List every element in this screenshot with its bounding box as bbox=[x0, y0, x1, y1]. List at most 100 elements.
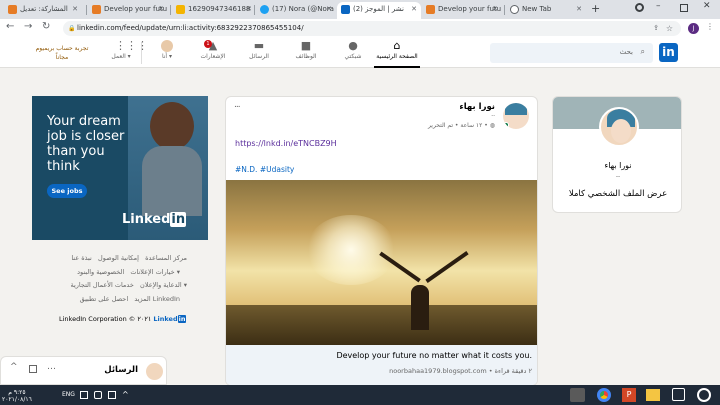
nav-label: أنا bbox=[161, 53, 168, 60]
post-preview-image[interactable] bbox=[226, 180, 537, 345]
close-window-icon[interactable]: ✕ bbox=[703, 1, 711, 11]
see-jobs-button[interactable]: See jobs bbox=[47, 184, 87, 198]
nav-home[interactable]: ⌂ الصفحة الرئيسية bbox=[374, 40, 420, 68]
new-tab-button[interactable]: + bbox=[591, 2, 600, 16]
ad-person-photo bbox=[150, 102, 194, 150]
premium-line: تجربة حساب بريميوم bbox=[35, 45, 89, 52]
nav-jobs[interactable]: ■ الوظائف bbox=[283, 40, 329, 61]
nav-work[interactable]: ⋮⋮⋮ العمل ▾ bbox=[98, 39, 148, 61]
close-icon[interactable]: ✕ bbox=[72, 2, 78, 17]
post-link[interactable]: https://lnkd.in/eTNCBZ9H bbox=[235, 139, 337, 148]
browser-menu-icon[interactable]: ⋮ bbox=[706, 22, 714, 31]
grid-icon: ⋮⋮⋮ bbox=[115, 39, 148, 52]
address-bar[interactable]: 🔒 linkedin.com/feed/update/urn:li:activi… bbox=[63, 21, 681, 36]
post-timestamp: ١٢ ساعة • تم التحرير • bbox=[427, 122, 488, 129]
taskbar-chrome-icon[interactable] bbox=[597, 388, 611, 402]
nav-label: العمل bbox=[111, 53, 126, 60]
footer-row: الدعاية والإعلان خدمات الأعمال التجارية … bbox=[70, 281, 187, 289]
chevron-down-icon: ▾ bbox=[127, 53, 131, 60]
language-indicator[interactable]: ENG bbox=[62, 391, 75, 398]
footer-linkedin-logo: Linkedin bbox=[153, 315, 187, 323]
profile-name[interactable]: نورا بهاء bbox=[553, 161, 681, 170]
network-icon[interactable] bbox=[80, 391, 88, 399]
browser-tab[interactable]: (17) Nora (@Nora ✕ bbox=[256, 2, 336, 19]
share-icon[interactable]: ⇪ bbox=[653, 21, 659, 36]
tab-title: (17) Nora (@Nora bbox=[272, 5, 334, 13]
footer-link-get-app[interactable]: احصل على تطبيق LinkedIn bbox=[80, 295, 180, 303]
close-icon[interactable]: ✕ bbox=[492, 2, 498, 17]
browser-tab[interactable]: Develop your futu ✕ bbox=[422, 2, 502, 19]
taskbar-app-photos[interactable] bbox=[570, 388, 585, 402]
nav-me[interactable]: أنا ▾ bbox=[144, 40, 190, 60]
compose-icon[interactable] bbox=[29, 365, 37, 373]
chevron-up-icon[interactable]: ^ bbox=[10, 362, 18, 372]
linkedin-logo[interactable]: in bbox=[659, 43, 678, 62]
nav-label: الصفحة الرئيسية bbox=[376, 53, 418, 60]
footer-link-ad-choices[interactable]: خيارات الإعلانات bbox=[130, 268, 174, 276]
footer-link-privacy[interactable]: الخصوصية والبنود bbox=[77, 268, 124, 276]
copyright-text: LinkedIn Corporation © ٢٠٢١ bbox=[59, 315, 152, 323]
profile-avatar[interactable] bbox=[599, 107, 639, 147]
messaging-icon: ▬ bbox=[253, 39, 265, 52]
ad-banner[interactable]: Your dream job is closer than you think … bbox=[32, 96, 208, 240]
browser-tab[interactable]: المشاركة: تعديل ✕ bbox=[4, 2, 82, 19]
reload-icon[interactable]: ↻ bbox=[42, 21, 50, 32]
search-icon[interactable] bbox=[697, 388, 711, 402]
close-icon[interactable]: ✕ bbox=[158, 2, 164, 17]
search-input[interactable]: ⌕ بحث bbox=[490, 43, 653, 63]
profile-avatar[interactable]: J bbox=[688, 23, 699, 34]
link-preview[interactable]: Develop your future no matter what it co… bbox=[226, 345, 537, 385]
footer-link-more[interactable]: المزيد bbox=[134, 295, 150, 303]
post-author-name[interactable]: نورا بهاء bbox=[459, 102, 495, 112]
more-options-icon[interactable]: … bbox=[47, 362, 56, 372]
messaging-bar[interactable]: الرسائل … ^ bbox=[0, 356, 167, 385]
volume-icon[interactable] bbox=[94, 391, 102, 399]
tab-search-icon[interactable] bbox=[635, 3, 644, 12]
footer-link-about[interactable]: نبذة عنا bbox=[71, 254, 91, 262]
browser-tab-strip: المشاركة: تعديل ✕ Develop your futu ✕ 16… bbox=[0, 0, 720, 19]
browser-tab[interactable]: 16290947346188 ✕ bbox=[172, 2, 256, 19]
browser-tab-active[interactable]: (2) نشر | الموجز ✕ bbox=[337, 2, 421, 19]
close-icon[interactable]: ✕ bbox=[411, 2, 417, 17]
post-hashtags[interactable]: #N.D. #Udasity bbox=[235, 165, 294, 174]
taskbar-explorer-icon[interactable] bbox=[646, 389, 660, 401]
avatar bbox=[161, 40, 173, 52]
preview-title: Develop your future no matter what it co… bbox=[336, 351, 532, 360]
taskbar-powerpoint-icon[interactable]: P bbox=[622, 388, 636, 402]
nav-my-network[interactable]: ● شبكتي bbox=[330, 40, 376, 61]
back-icon[interactable]: ← bbox=[6, 21, 14, 32]
person-silhouette bbox=[411, 285, 429, 330]
forward-icon[interactable]: → bbox=[24, 21, 32, 32]
close-icon[interactable]: ✕ bbox=[246, 2, 252, 17]
blogger-icon bbox=[8, 5, 17, 14]
post-more-menu[interactable]: ... bbox=[234, 100, 241, 110]
maximize-icon[interactable] bbox=[680, 4, 688, 12]
task-view-icon[interactable] bbox=[672, 388, 685, 401]
footer-link-help[interactable]: مركز المساعدة bbox=[145, 254, 187, 262]
browser-tab[interactable]: New Tab ✕ bbox=[506, 2, 586, 19]
nav-notifications[interactable]: ▲ الإشعارات 1 bbox=[190, 40, 236, 61]
footer-link-accessibility[interactable]: إمكانية الوصول bbox=[98, 254, 139, 262]
close-icon[interactable]: ✕ bbox=[576, 2, 582, 17]
tab-title: المشاركة: تعديل bbox=[20, 5, 68, 13]
ad-headline-line: than you bbox=[47, 144, 105, 159]
close-icon[interactable]: ✕ bbox=[326, 2, 332, 17]
tray-chevron-icon[interactable]: ^ bbox=[122, 390, 129, 399]
tab-title: (2) نشر | الموجز bbox=[353, 5, 404, 13]
taskbar-clock[interactable]: ٩:٢٥ م ٢٠٢١/٠٨/١٦ bbox=[2, 389, 32, 403]
tab-title: New Tab bbox=[522, 5, 552, 13]
bookmark-star-icon[interactable]: ☆ bbox=[666, 21, 673, 36]
brand-text: Linked bbox=[122, 212, 171, 227]
twitter-icon bbox=[260, 5, 269, 14]
nav-messaging[interactable]: ▬ الرسائل bbox=[236, 39, 282, 61]
ad-headline-line: Your dream bbox=[47, 114, 121, 129]
browser-tab[interactable]: Develop your futu ✕ bbox=[88, 2, 168, 19]
battery-icon[interactable] bbox=[108, 391, 116, 399]
author-avatar[interactable] bbox=[503, 103, 529, 129]
footer-link-advertising[interactable]: الدعاية والإعلان bbox=[140, 281, 182, 289]
notification-badge: 1 bbox=[204, 40, 212, 48]
view-profile-link[interactable]: عرض الملف الشخصي كاملا bbox=[553, 189, 681, 199]
footer-link-business[interactable]: خدمات الأعمال التجارية bbox=[70, 281, 133, 289]
minimize-icon[interactable]: – bbox=[656, 1, 661, 11]
premium-trial-link[interactable]: تجربة حساب بريميوم مجاناً bbox=[30, 44, 94, 62]
